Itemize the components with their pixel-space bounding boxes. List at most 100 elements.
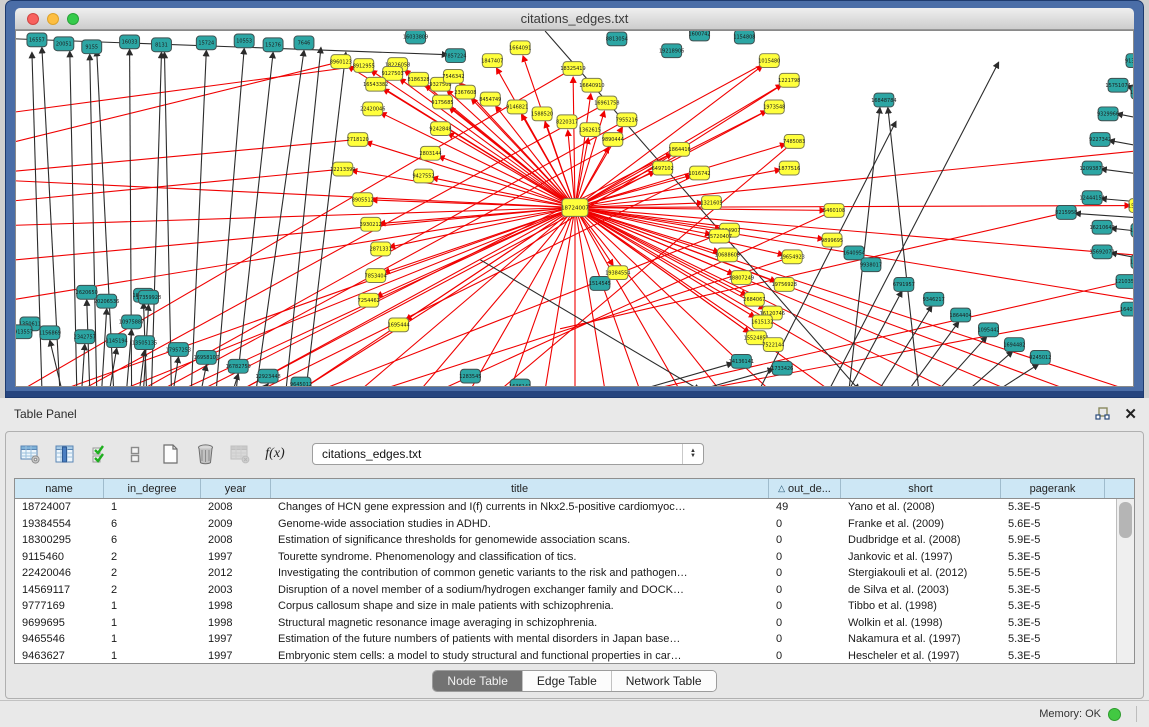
table-cell[interactable]: 18724007	[15, 501, 104, 513]
column-header-year[interactable]: year	[201, 479, 271, 498]
table-cell[interactable]: Dudbridge et al. (2008)	[841, 534, 1001, 546]
table-cell[interactable]: 5.3E-5	[1001, 551, 1105, 563]
table-cell[interactable]: 1	[104, 617, 201, 629]
table-cell[interactable]: 0	[769, 600, 841, 612]
network-window-titlebar[interactable]: citations_edges.txt	[15, 8, 1134, 30]
table-cell[interactable]: 49	[769, 501, 841, 513]
create-table-icon[interactable]	[18, 442, 42, 466]
table-cell[interactable]: 19384554	[15, 518, 104, 530]
table-cell[interactable]: 2008	[201, 501, 271, 513]
table-cell[interactable]: 5.3E-5	[1001, 617, 1105, 629]
table-row[interactable]: 1830029562008Estimation of significance …	[15, 532, 1117, 549]
table-cell[interactable]: de Silva et al. (2003)	[841, 584, 1001, 596]
table-cell[interactable]: 0	[769, 551, 841, 563]
table-cell[interactable]: 1	[104, 600, 201, 612]
table-cell[interactable]: 9463627	[15, 650, 104, 662]
table-selector-dropdown[interactable]: citations_edges.txt ▲▼	[312, 443, 704, 465]
table-cell[interactable]: 9699695	[15, 617, 104, 629]
column-header-title[interactable]: title	[271, 479, 769, 498]
table-cell[interactable]: Hescheler et al. (1997)	[841, 650, 1001, 662]
table-cell[interactable]: 6	[104, 534, 201, 546]
table-cell[interactable]: 1997	[201, 551, 271, 563]
table-cell[interactable]: 0	[769, 617, 841, 629]
table-cell[interactable]: 0	[769, 534, 841, 546]
table-cell[interactable]: 22420046	[15, 567, 104, 579]
table-cell[interactable]: 0	[769, 567, 841, 579]
table-row[interactable]: 1456911722003Disruption of a novel membe…	[15, 582, 1117, 599]
table-row[interactable]: 1938455462009Genome-wide association stu…	[15, 516, 1117, 533]
table-cell[interactable]: 6	[104, 518, 201, 530]
table-cell[interactable]: Nakamura et al. (1997)	[841, 633, 1001, 645]
minimize-window-button[interactable]	[47, 13, 59, 25]
table-row[interactable]: 977716911998Corpus callosum shape and si…	[15, 598, 1117, 615]
show-hide-columns-icon[interactable]	[53, 442, 77, 466]
table-cell[interactable]: 5.3E-5	[1001, 633, 1105, 645]
scrollbar-thumb[interactable]	[1119, 502, 1132, 538]
table-cell[interactable]: 0	[769, 518, 841, 530]
memory-ok-icon[interactable]	[1108, 708, 1121, 721]
column-header-in_degree[interactable]: in_degree	[104, 479, 201, 498]
table-row[interactable]: 969969511998Structural magnetic resonanc…	[15, 615, 1117, 632]
table-cell[interactable]: 9465546	[15, 633, 104, 645]
table-cell[interactable]: Estimation of significance thresholds fo…	[271, 534, 769, 546]
table-row[interactable]: 911546021997Tourette syndrome. Phenomeno…	[15, 549, 1117, 566]
table-cell[interactable]: 1	[104, 501, 201, 513]
table-cell[interactable]: Franke et al. (2009)	[841, 518, 1001, 530]
table-cell[interactable]: 2012	[201, 567, 271, 579]
table-cell[interactable]: 2008	[201, 534, 271, 546]
row-height-icon[interactable]	[123, 442, 147, 466]
table-cell[interactable]: 1998	[201, 617, 271, 629]
select-all-rows-icon[interactable]	[88, 442, 112, 466]
column-header-short[interactable]: short	[841, 479, 1001, 498]
table-cell[interactable]: Corpus callosum shape and size in male p…	[271, 600, 769, 612]
table-cell[interactable]: 2	[104, 584, 201, 596]
table-cell[interactable]: Yano et al. (2008)	[841, 501, 1001, 513]
table-cell[interactable]: Embryonic stem cells: a model to study s…	[271, 650, 769, 662]
table-cell[interactable]: Genome-wide association studies in ADHD.	[271, 518, 769, 530]
table-cell[interactable]: 5.5E-5	[1001, 567, 1105, 579]
tab-network-table[interactable]: Network Table	[612, 671, 716, 691]
table-cell[interactable]: 2	[104, 551, 201, 563]
close-panel-icon[interactable]: ✕	[1124, 407, 1137, 422]
table-cell[interactable]: 1997	[201, 650, 271, 662]
network-canvas[interactable]: 1655720051915516033813115724105531527676…	[15, 30, 1134, 387]
table-cell[interactable]: 1	[104, 633, 201, 645]
table-cell[interactable]: 2003	[201, 584, 271, 596]
table-cell[interactable]: 1998	[201, 600, 271, 612]
table-cell[interactable]: Stergiakouli et al. (2012)	[841, 567, 1001, 579]
table-cell[interactable]: 1	[104, 650, 201, 662]
table-cell[interactable]: 5.9E-5	[1001, 534, 1105, 546]
table-cell[interactable]: Estimation of the future numbers of pati…	[271, 633, 769, 645]
table-cell[interactable]: 0	[769, 633, 841, 645]
table-cell[interactable]: Tibbo et al. (1998)	[841, 600, 1001, 612]
table-cell[interactable]: 0	[769, 650, 841, 662]
table-vertical-scrollbar[interactable]	[1116, 499, 1134, 663]
function-builder-icon[interactable]: f(x)	[263, 442, 287, 466]
table-cell[interactable]: 2	[104, 567, 201, 579]
table-row[interactable]: 946362711997Embryonic stem cells: a mode…	[15, 648, 1117, 664]
table-cell[interactable]: 18300295	[15, 534, 104, 546]
table-cell[interactable]: 5.3E-5	[1001, 600, 1105, 612]
table-cell[interactable]: Structural magnetic resonance image aver…	[271, 617, 769, 629]
table-cell[interactable]: 5.3E-5	[1001, 501, 1105, 513]
table-row[interactable]: 2242004622012Investigating the contribut…	[15, 565, 1117, 582]
zoom-window-button[interactable]	[67, 13, 79, 25]
table-cell[interactable]: Disruption of a novel member of a sodium…	[271, 584, 769, 596]
column-header-name[interactable]: name	[15, 479, 104, 498]
table-row[interactable]: 946554611997Estimation of the future num…	[15, 631, 1117, 648]
table-cell[interactable]: Tourette syndrome. Phenomenology and cla…	[271, 551, 769, 563]
table-row[interactable]: 1872400712008Changes of HCN gene express…	[15, 499, 1117, 516]
table-cell[interactable]: 1997	[201, 633, 271, 645]
tab-edge-table[interactable]: Edge Table	[523, 671, 612, 691]
table-cell[interactable]: 14569117	[15, 584, 104, 596]
table-cell[interactable]: Jankovic et al. (1997)	[841, 551, 1001, 563]
table-cell[interactable]: Investigating the contribution of common…	[271, 567, 769, 579]
float-panel-icon[interactable]	[1095, 407, 1110, 421]
column-header-out_de[interactable]: △out_de...	[769, 479, 841, 498]
table-cell[interactable]: 5.3E-5	[1001, 650, 1105, 662]
table-cell[interactable]: Changes of HCN gene expression and I(f) …	[271, 501, 769, 513]
table-cell[interactable]: 5.6E-5	[1001, 518, 1105, 530]
table-cell[interactable]: 9115460	[15, 551, 104, 563]
delete-table-icon[interactable]	[193, 442, 217, 466]
table-cell[interactable]: 2009	[201, 518, 271, 530]
